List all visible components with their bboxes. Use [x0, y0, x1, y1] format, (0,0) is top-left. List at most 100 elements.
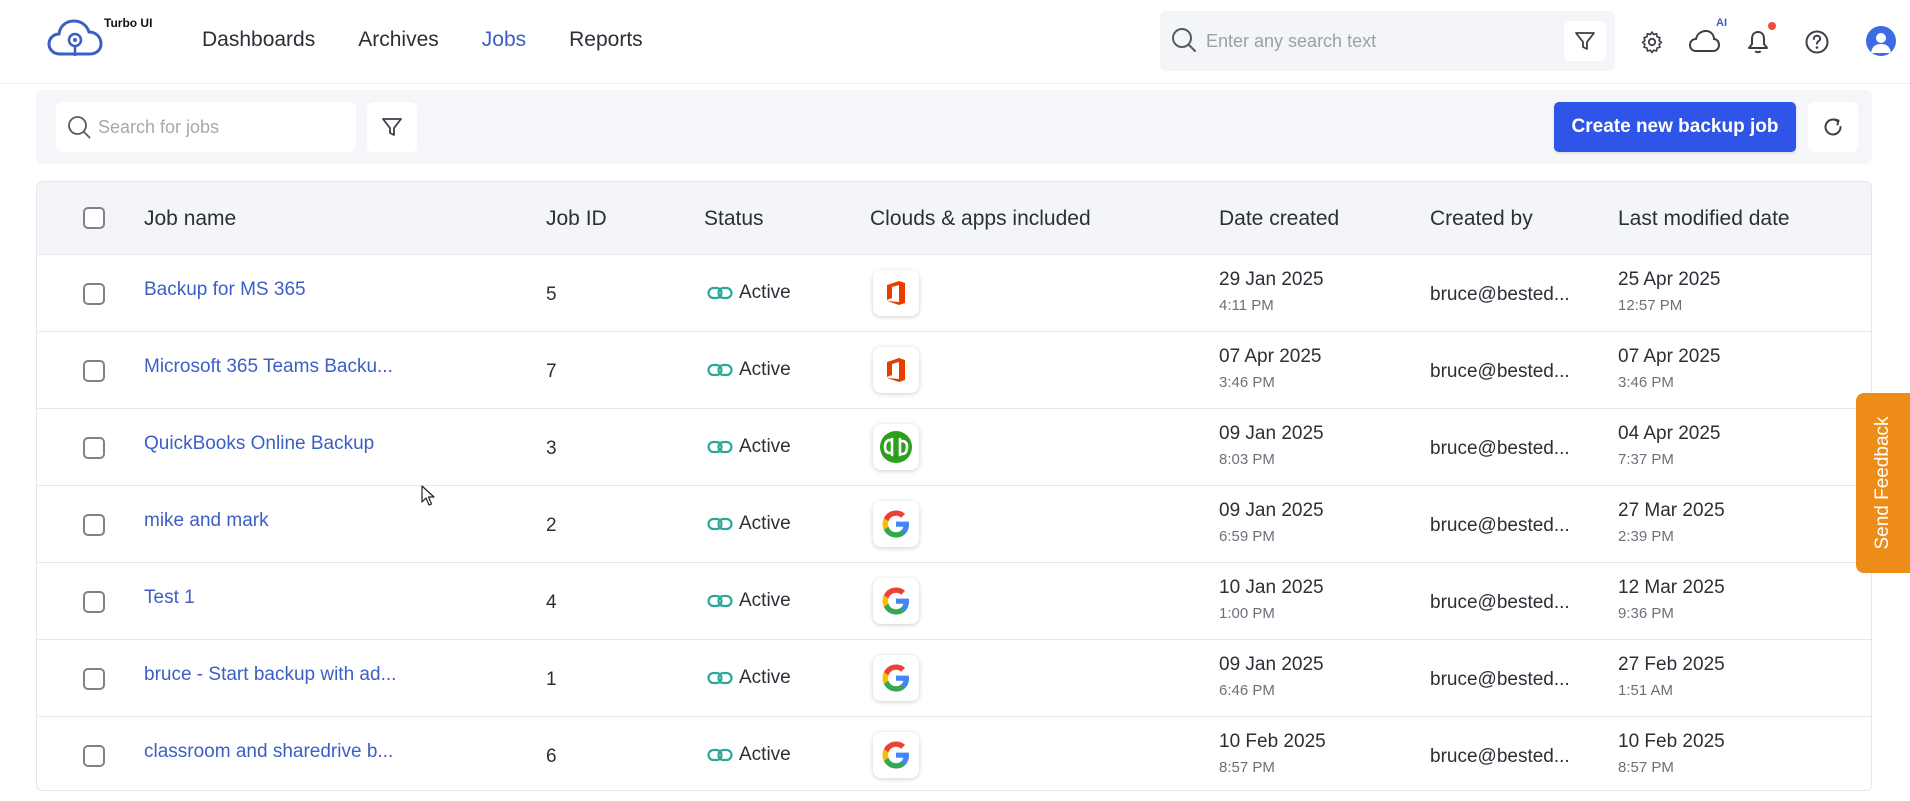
send-feedback-label: Send Feedback	[1872, 416, 1893, 550]
google-icon	[882, 664, 909, 692]
jobs-toolbar: Create new backup job	[36, 90, 1872, 164]
table-row[interactable]: mike and mark 2 Active 09 Jan 2025 6:59 …	[37, 486, 1871, 563]
global-search-input[interactable]	[1206, 25, 1546, 57]
nav-dashboards[interactable]: Dashboards	[202, 28, 315, 52]
app-icon-container	[873, 732, 919, 778]
app-icon-container	[873, 347, 919, 393]
last-modified-time: 12:57 PM	[1618, 297, 1683, 314]
search-icon	[1172, 28, 1196, 52]
column-header-job-id[interactable]: Job ID	[546, 207, 607, 231]
time-created: 1:00 PM	[1219, 605, 1275, 622]
user-avatar[interactable]	[1866, 26, 1896, 56]
date-created: 29 Jan 2025	[1219, 269, 1324, 290]
send-feedback-tab[interactable]: Send Feedback	[1856, 393, 1910, 573]
search-icon	[68, 116, 91, 139]
row-checkbox[interactable]	[83, 745, 105, 767]
column-header-clouds-apps[interactable]: Clouds & apps included	[870, 207, 1091, 231]
status-text: Active	[739, 590, 791, 611]
nav-reports[interactable]: Reports	[569, 28, 643, 52]
app-icon-container	[873, 424, 919, 470]
user-icon	[1871, 33, 1891, 53]
column-header-date-created[interactable]: Date created	[1219, 207, 1339, 231]
row-checkbox[interactable]	[83, 591, 105, 613]
job-search	[56, 102, 356, 152]
table-row[interactable]: bruce - Start backup with ad... 1 Active…	[37, 640, 1871, 717]
row-checkbox[interactable]	[83, 437, 105, 459]
link-icon	[707, 671, 733, 685]
row-checkbox[interactable]	[83, 668, 105, 690]
link-icon	[707, 440, 733, 454]
column-header-last-modified[interactable]: Last modified date	[1618, 207, 1790, 231]
last-modified-time: 8:57 PM	[1618, 759, 1674, 776]
job-name-link[interactable]: bruce - Start backup with ad...	[144, 664, 396, 686]
status-text: Active	[739, 513, 791, 534]
last-modified-date: 04 Apr 2025	[1618, 423, 1721, 444]
job-name-link[interactable]: QuickBooks Online Backup	[144, 433, 374, 455]
nav-jobs[interactable]: Jobs	[482, 28, 526, 52]
app-icon-container	[873, 655, 919, 701]
table-row[interactable]: Backup for MS 365 5 Active 29 Jan 2025 4…	[37, 255, 1871, 332]
date-created: 07 Apr 2025	[1219, 346, 1322, 367]
main-nav: Dashboards Archives Jobs Reports	[202, 28, 643, 52]
status-badge: Active	[707, 513, 791, 535]
status-badge: Active	[707, 744, 791, 766]
last-modified-date: 25 Apr 2025	[1618, 269, 1721, 290]
created-by: bruce@bested...	[1430, 438, 1570, 459]
column-header-created-by[interactable]: Created by	[1430, 207, 1533, 231]
row-checkbox[interactable]	[83, 283, 105, 305]
job-id: 4	[546, 592, 557, 613]
job-name-link[interactable]: classroom and sharedrive b...	[144, 741, 393, 763]
notification-dot	[1768, 22, 1776, 30]
google-icon	[882, 510, 909, 538]
table-header: Job name Job ID Status Clouds & apps inc…	[37, 182, 1871, 255]
link-icon	[707, 594, 733, 608]
table-row[interactable]: Microsoft 365 Teams Backu... 7 Active 07…	[37, 332, 1871, 409]
row-checkbox[interactable]	[83, 514, 105, 536]
app-logo[interactable]: Turbo UI	[46, 14, 156, 64]
time-created: 8:03 PM	[1219, 451, 1275, 468]
last-modified-time: 3:46 PM	[1618, 374, 1674, 391]
created-by: bruce@bested...	[1430, 592, 1570, 613]
job-name-link[interactable]: Microsoft 365 Teams Backu...	[144, 356, 393, 378]
time-created: 4:11 PM	[1219, 297, 1274, 314]
job-id: 5	[546, 284, 557, 305]
status-badge: Active	[707, 359, 791, 381]
job-name-link[interactable]: Backup for MS 365	[144, 279, 306, 301]
nav-archives[interactable]: Archives	[358, 28, 439, 52]
job-search-input[interactable]	[98, 112, 348, 142]
last-modified-date: 12 Mar 2025	[1618, 577, 1725, 598]
global-search	[1160, 11, 1615, 71]
help-icon	[1805, 30, 1829, 54]
select-all-checkbox[interactable]	[83, 207, 105, 229]
row-checkbox[interactable]	[83, 360, 105, 382]
settings-button[interactable]	[1632, 22, 1672, 62]
quickbooks-icon	[880, 431, 912, 463]
microsoft-office-icon	[887, 281, 905, 305]
job-id: 3	[546, 438, 557, 459]
column-header-job-name[interactable]: Job name	[144, 207, 236, 231]
job-filter-button[interactable]	[367, 102, 417, 152]
last-modified-time: 2:39 PM	[1618, 528, 1674, 545]
table-row[interactable]: classroom and sharedrive b... 6 Active 1…	[37, 717, 1871, 790]
google-icon	[882, 587, 909, 615]
table-row[interactable]: QuickBooks Online Backup 3 Active 09 Jan…	[37, 409, 1871, 486]
jobs-table: Job name Job ID Status Clouds & apps inc…	[36, 181, 1872, 791]
date-created: 09 Jan 2025	[1219, 654, 1324, 675]
help-button[interactable]	[1797, 22, 1837, 62]
column-header-status[interactable]: Status	[704, 207, 764, 231]
table-row[interactable]: Test 1 4 Active 10 Jan 2025 1:00 PM bruc…	[37, 563, 1871, 640]
create-backup-job-button[interactable]: Create new backup job	[1554, 102, 1796, 152]
status-text: Active	[739, 667, 791, 688]
job-id: 6	[546, 746, 557, 767]
job-name-link[interactable]: mike and mark	[144, 510, 269, 532]
status-badge: Active	[707, 436, 791, 458]
last-modified-time: 9:36 PM	[1618, 605, 1674, 622]
global-filter-button[interactable]	[1564, 21, 1606, 61]
google-icon	[882, 741, 909, 769]
status-text: Active	[739, 744, 791, 765]
job-name-link[interactable]: Test 1	[144, 587, 195, 609]
refresh-button[interactable]	[1808, 102, 1858, 152]
date-created: 10 Feb 2025	[1219, 731, 1326, 752]
app-name: Turbo UI	[104, 16, 153, 30]
created-by: bruce@bested...	[1430, 361, 1570, 382]
